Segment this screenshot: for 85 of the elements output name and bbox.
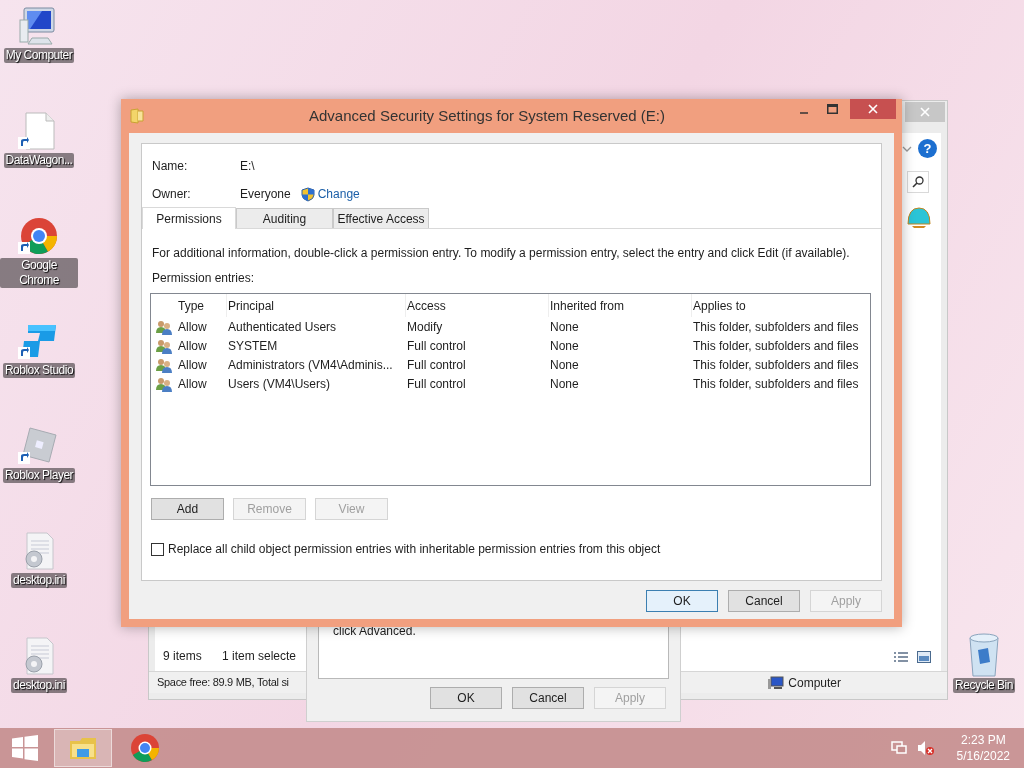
close-button[interactable]	[905, 102, 945, 122]
column-header[interactable]: Applies to	[692, 294, 870, 317]
table-cell-text: None	[549, 337, 580, 355]
table-cell-text: Allow	[177, 356, 208, 374]
help-button[interactable]: ?	[918, 139, 937, 158]
table-cell-text: SYSTEM	[227, 337, 279, 355]
computer-icon	[768, 675, 785, 690]
table-cell-text: None	[549, 375, 580, 393]
table-cell-text: This folder, subfolders and files	[692, 375, 860, 393]
table-cell-text: Authenticated Users	[227, 318, 338, 336]
tab[interactable]: Effective Access	[333, 208, 429, 228]
search-button[interactable]	[907, 171, 929, 193]
field-label: Name:	[152, 158, 189, 175]
column-header[interactable]: Inherited from	[549, 294, 692, 317]
column-header[interactable]: Principal	[227, 294, 406, 317]
windows-logo-icon	[12, 735, 38, 761]
tilted-square-shortcut-icon	[18, 426, 60, 466]
dialog-button[interactable]: Cancel	[728, 590, 800, 612]
table-cell-text: Administrators (VM4\Adminis...	[227, 356, 394, 374]
column-header[interactable]: Type	[177, 294, 227, 317]
icon-label[interactable]: My Computer	[3, 48, 75, 63]
entry-button[interactable]: Add	[151, 498, 224, 520]
table-cell-text: Full control	[406, 375, 467, 393]
icon-label[interactable]: desktop.ini	[11, 678, 67, 693]
checkbox[interactable]	[151, 542, 164, 556]
change-link[interactable]: Change	[300, 185, 360, 203]
field-value: E:\	[240, 158, 255, 175]
details-view-icon	[893, 651, 909, 663]
icon-label[interactable]: Roblox Studio	[2, 363, 76, 378]
minimize-icon	[799, 112, 809, 114]
instruction-text: click Advanced.	[333, 623, 417, 640]
status-text: Computer	[788, 674, 841, 692]
table-cell-text: Allow	[177, 337, 208, 355]
clock-time: 2:23 PM	[960, 732, 1006, 748]
tab[interactable]: Permissions	[142, 207, 236, 229]
tab[interactable]: Auditing	[236, 208, 333, 228]
chrome-icon	[130, 733, 160, 763]
window-title: Advanced Security Settings for System Reserved (E:)	[308, 105, 666, 126]
clock-date: 5/16/2022	[956, 748, 1010, 764]
dialog-button[interactable]: Cancel	[512, 687, 584, 709]
large-icons-view-icon	[917, 651, 931, 663]
column-header[interactable]: Access	[406, 294, 549, 317]
icon-label[interactable]: desktop.ini	[11, 573, 67, 588]
section-label: Permission entries:	[151, 271, 256, 286]
table-cell-text: Modify	[406, 318, 444, 336]
maximize-icon	[826, 104, 838, 114]
info-text: For additional information, double-click a permission entry. To modify a permission entry, select the entry and click Edit (if available).	[151, 246, 851, 261]
table-cell-text: This folder, subfolders and files	[692, 318, 860, 336]
volume-muted-icon	[916, 740, 935, 756]
table-cell-text: Allow	[177, 375, 208, 393]
table-cell-text: None	[549, 356, 580, 374]
users-icon	[155, 318, 173, 335]
close-icon	[868, 104, 878, 114]
status-text: 9 items	[163, 648, 203, 665]
folder-icon	[130, 108, 144, 124]
icon-label[interactable]: Recycle Bin	[953, 678, 1015, 693]
field-value: Everyone	[240, 186, 291, 203]
table-cell-text: Allow	[177, 318, 208, 336]
users-icon	[155, 337, 173, 354]
dialog-button[interactable]: OK	[646, 590, 718, 612]
table-cell-text: Users (VM4\Users)	[227, 375, 331, 393]
dialog-button[interactable]: OK	[430, 687, 502, 709]
status-text: Space free: 89.9 MB, Total si	[157, 675, 290, 691]
taskbar-button[interactable]	[54, 729, 112, 767]
table-cell-text: Full control	[406, 356, 467, 374]
icon-label[interactable]: Google Chrome	[0, 258, 78, 288]
checkbox-label: Replace all child object permission entries with inheritable permission entries from this object	[168, 541, 661, 558]
close-icon	[920, 107, 930, 117]
table-cell-text: This folder, subfolders and files	[692, 337, 860, 355]
shell-icon	[906, 206, 932, 228]
close-button[interactable]	[850, 99, 896, 119]
icon-label[interactable]: Roblox Player	[2, 468, 76, 483]
network-icon	[890, 740, 907, 756]
field-label: Owner:	[152, 186, 192, 203]
shield-icon	[300, 186, 315, 202]
table-cell-text: None	[549, 318, 580, 336]
users-icon	[155, 375, 173, 392]
status-text: 1 item selecte	[222, 648, 297, 665]
icon-label[interactable]: DataWagon...	[3, 153, 75, 168]
chrome-shortcut-icon	[18, 216, 60, 256]
table-cell-text: Full control	[406, 337, 467, 355]
users-icon	[155, 356, 173, 373]
recycle-bin-icon	[966, 632, 1002, 678]
search-icon	[912, 176, 924, 188]
table-cell-text: This folder, subfolders and files	[692, 356, 860, 374]
